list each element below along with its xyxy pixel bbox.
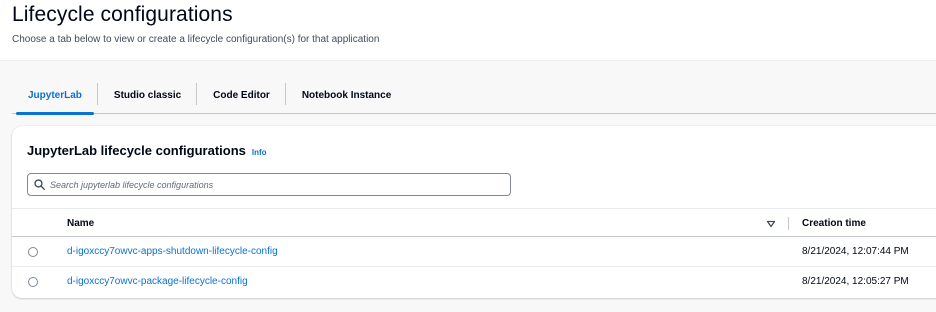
panel-title: JupyterLab lifecycle configurations <box>27 143 246 158</box>
search-field[interactable] <box>27 173 511 196</box>
panel-header: JupyterLab lifecycle configurations Info <box>27 143 267 158</box>
column-header-name[interactable]: Name <box>67 218 94 229</box>
tab-label: Notebook Instance <box>301 90 392 101</box>
lifecycle-config-panel: JupyterLab lifecycle configurations Info… <box>12 126 936 298</box>
creation-time: 8/21/2024, 12:07:44 PM <box>802 246 909 257</box>
column-divider[interactable] <box>788 217 789 230</box>
page-description: Choose a tab below to view or create a l… <box>12 34 380 45</box>
search-icon <box>28 174 50 195</box>
creation-time: 8/21/2024, 12:05:27 PM <box>802 276 909 287</box>
row-select-radio[interactable] <box>28 247 38 257</box>
tab-notebook-instance[interactable]: Notebook Instance <box>286 78 407 114</box>
page-title: Lifecycle configurations <box>12 3 233 26</box>
table-row[interactable]: d-igoxccy7owvc-apps-shutdown-lifecycle-c… <box>12 237 936 267</box>
tab-label: Studio classic <box>113 90 182 101</box>
row-select-radio[interactable] <box>28 277 38 287</box>
tab-jupyterlab[interactable]: JupyterLab <box>12 78 98 115</box>
application-tabs: JupyterLab Studio classic Code Editor No… <box>12 78 936 115</box>
tab-code-editor[interactable]: Code Editor <box>197 78 286 114</box>
table-header: Name Creation time <box>12 208 936 237</box>
config-name-link[interactable]: d-igoxccy7owvc-package-lifecycle-config <box>67 276 248 287</box>
page-header: Lifecycle configurations Choose a tab be… <box>0 0 936 60</box>
column-header-creation-time[interactable]: Creation time <box>802 218 866 229</box>
tab-label: Code Editor <box>213 90 270 101</box>
tab-label: JupyterLab <box>28 90 82 101</box>
search-input[interactable] <box>50 179 490 190</box>
config-name-link[interactable]: d-igoxccy7owvc-apps-shutdown-lifecycle-c… <box>67 246 278 257</box>
sort-caret-down-icon[interactable] <box>765 217 777 229</box>
table-row[interactable]: d-igoxccy7owvc-package-lifecycle-config … <box>12 267 936 297</box>
tab-studio-classic[interactable]: Studio classic <box>98 78 198 114</box>
info-link[interactable]: Info <box>252 148 267 157</box>
